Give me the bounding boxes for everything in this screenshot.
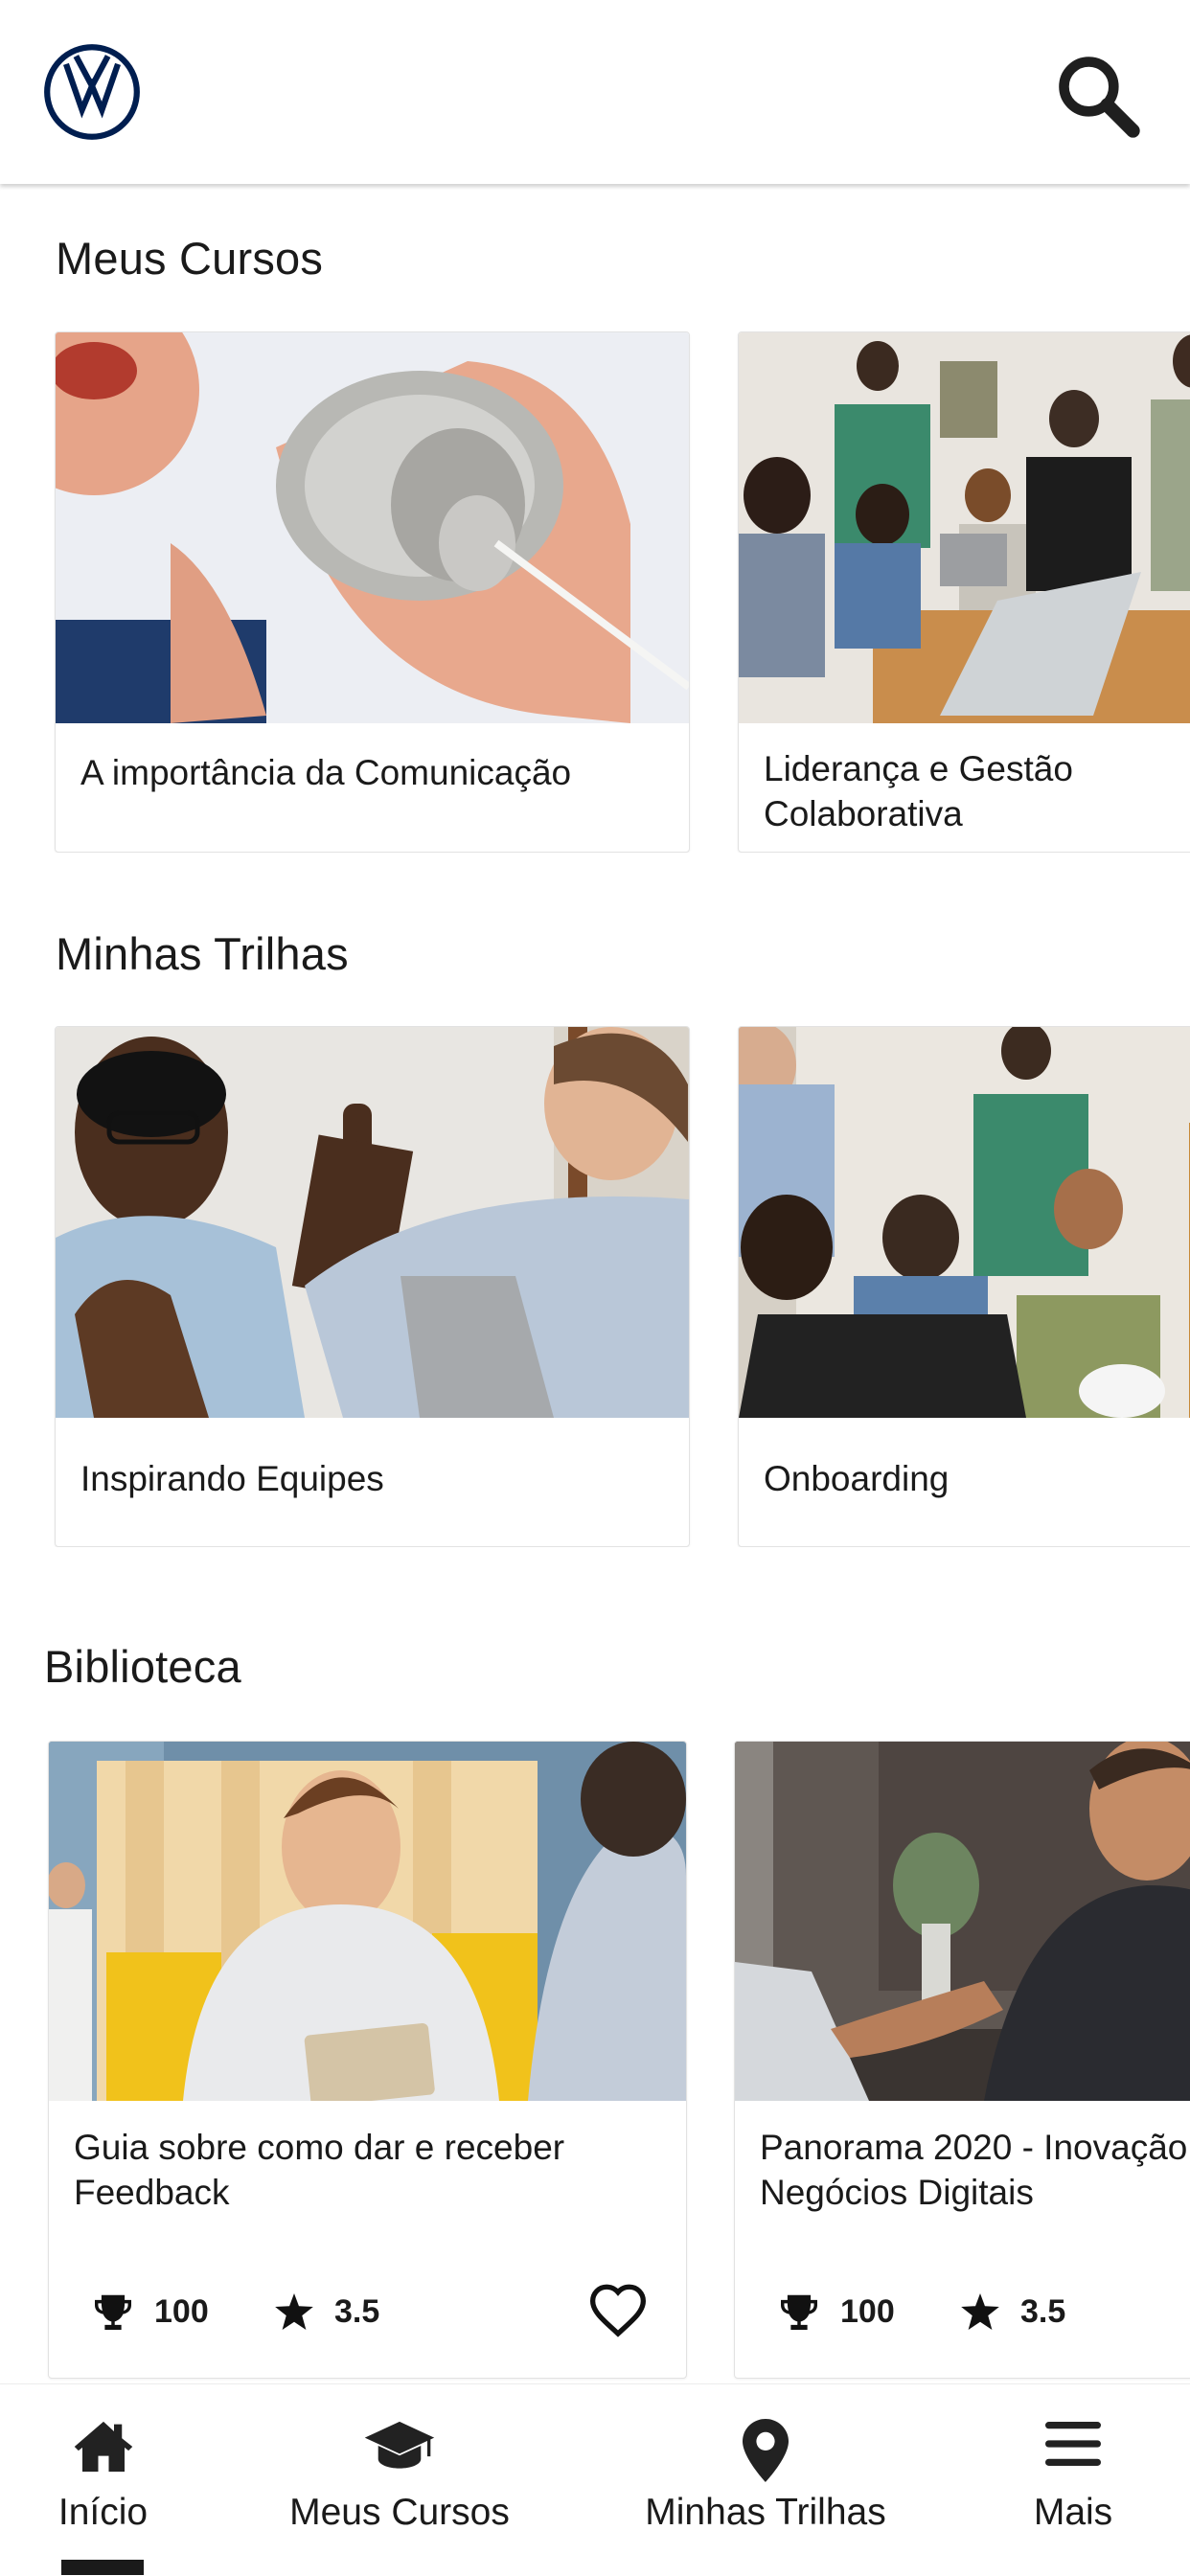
points-stat: 100	[779, 2278, 895, 2345]
nav-label: Mais	[1033, 2492, 1113, 2533]
rating-value: 3.5	[1020, 2292, 1066, 2330]
trails-carousel[interactable]: Inspirando Equipes Onboarding	[0, 1026, 1190, 1547]
points-stat: 100	[93, 2278, 209, 2345]
bottom-navigation: Início Meus Cursos Minhas Trilhas Mais	[0, 2383, 1190, 2576]
star-icon	[275, 2293, 313, 2330]
rating-stat: 3.5	[275, 2278, 379, 2345]
team-meeting-photo	[739, 332, 1190, 723]
section-title-courses: Meus Cursos	[56, 233, 324, 284]
trophy-icon	[95, 2294, 131, 2330]
trophy-icon	[781, 2294, 817, 2330]
course-card[interactable]: Liderança e Gestão Colaborativa	[738, 331, 1190, 853]
nav-item-courses[interactable]: Meus Cursos	[270, 2384, 529, 2576]
star-icon	[961, 2293, 999, 2330]
nav-item-more[interactable]: Mais	[1016, 2384, 1131, 2576]
nav-item-home[interactable]: Início	[38, 2384, 168, 2576]
active-tab-indicator	[61, 2560, 144, 2575]
nav-item-trails[interactable]: Minhas Trilhas	[627, 2384, 904, 2576]
trail-card-title: Onboarding	[764, 1459, 950, 1498]
course-card-title: Liderança e Gestão Colaborativa	[764, 749, 1073, 833]
library-card-stats: 100 3.5	[735, 2278, 1190, 2345]
nav-label: Minhas Trilhas	[645, 2492, 886, 2533]
home-icon	[74, 2421, 132, 2473]
app-header	[0, 0, 1190, 184]
colleagues-high-five-photo	[56, 1027, 689, 1418]
group-at-laptops-photo	[739, 1027, 1190, 1418]
man-with-tablet-photo	[49, 1742, 686, 2101]
nav-label: Início	[57, 2492, 149, 2533]
vw-logo-icon[interactable]	[42, 42, 142, 142]
trail-card[interactable]: Onboarding	[738, 1026, 1190, 1547]
menu-icon	[1045, 2422, 1101, 2466]
section-title-trails: Minhas Trilhas	[56, 928, 349, 979]
graduation-cap-icon	[364, 2421, 435, 2469]
section-title-library: Biblioteca	[44, 1641, 241, 1692]
library-card[interactable]: Guia sobre como dar e receber Feedback 1…	[48, 1741, 687, 2379]
search-icon[interactable]	[1052, 50, 1144, 142]
trail-card[interactable]: Inspirando Equipes	[55, 1026, 690, 1547]
rating-stat: 3.5	[961, 2278, 1065, 2345]
course-card[interactable]: A importância da Comunicação	[55, 331, 690, 853]
nav-label: Meus Cursos	[289, 2492, 510, 2533]
library-card-stats: 100 3.5	[49, 2278, 686, 2345]
library-carousel[interactable]: Guia sobre como dar e receber Feedback 1…	[0, 1741, 1190, 2381]
trail-card-title: Inspirando Equipes	[80, 1459, 384, 1498]
rating-value: 3.5	[334, 2292, 380, 2330]
tin-can-phone-photo	[56, 332, 689, 723]
map-pin-icon	[743, 2419, 789, 2482]
library-card[interactable]: Panorama 2020 - Inovação e Gestão de Neg…	[734, 1741, 1190, 2379]
points-value: 100	[840, 2292, 895, 2330]
course-card-title: A importância da Comunicação	[80, 753, 572, 792]
library-card-title: Guia sobre como dar e receber Feedback	[74, 2128, 565, 2212]
heart-icon[interactable]	[587, 2282, 649, 2337]
man-presenting-laptop-photo	[735, 1742, 1190, 2101]
courses-carousel[interactable]: A importância da Comunicação Liderança e…	[0, 331, 1190, 853]
library-card-title: Panorama 2020 - Inovação e Gestão de Neg…	[760, 2128, 1190, 2212]
points-value: 100	[154, 2292, 209, 2330]
